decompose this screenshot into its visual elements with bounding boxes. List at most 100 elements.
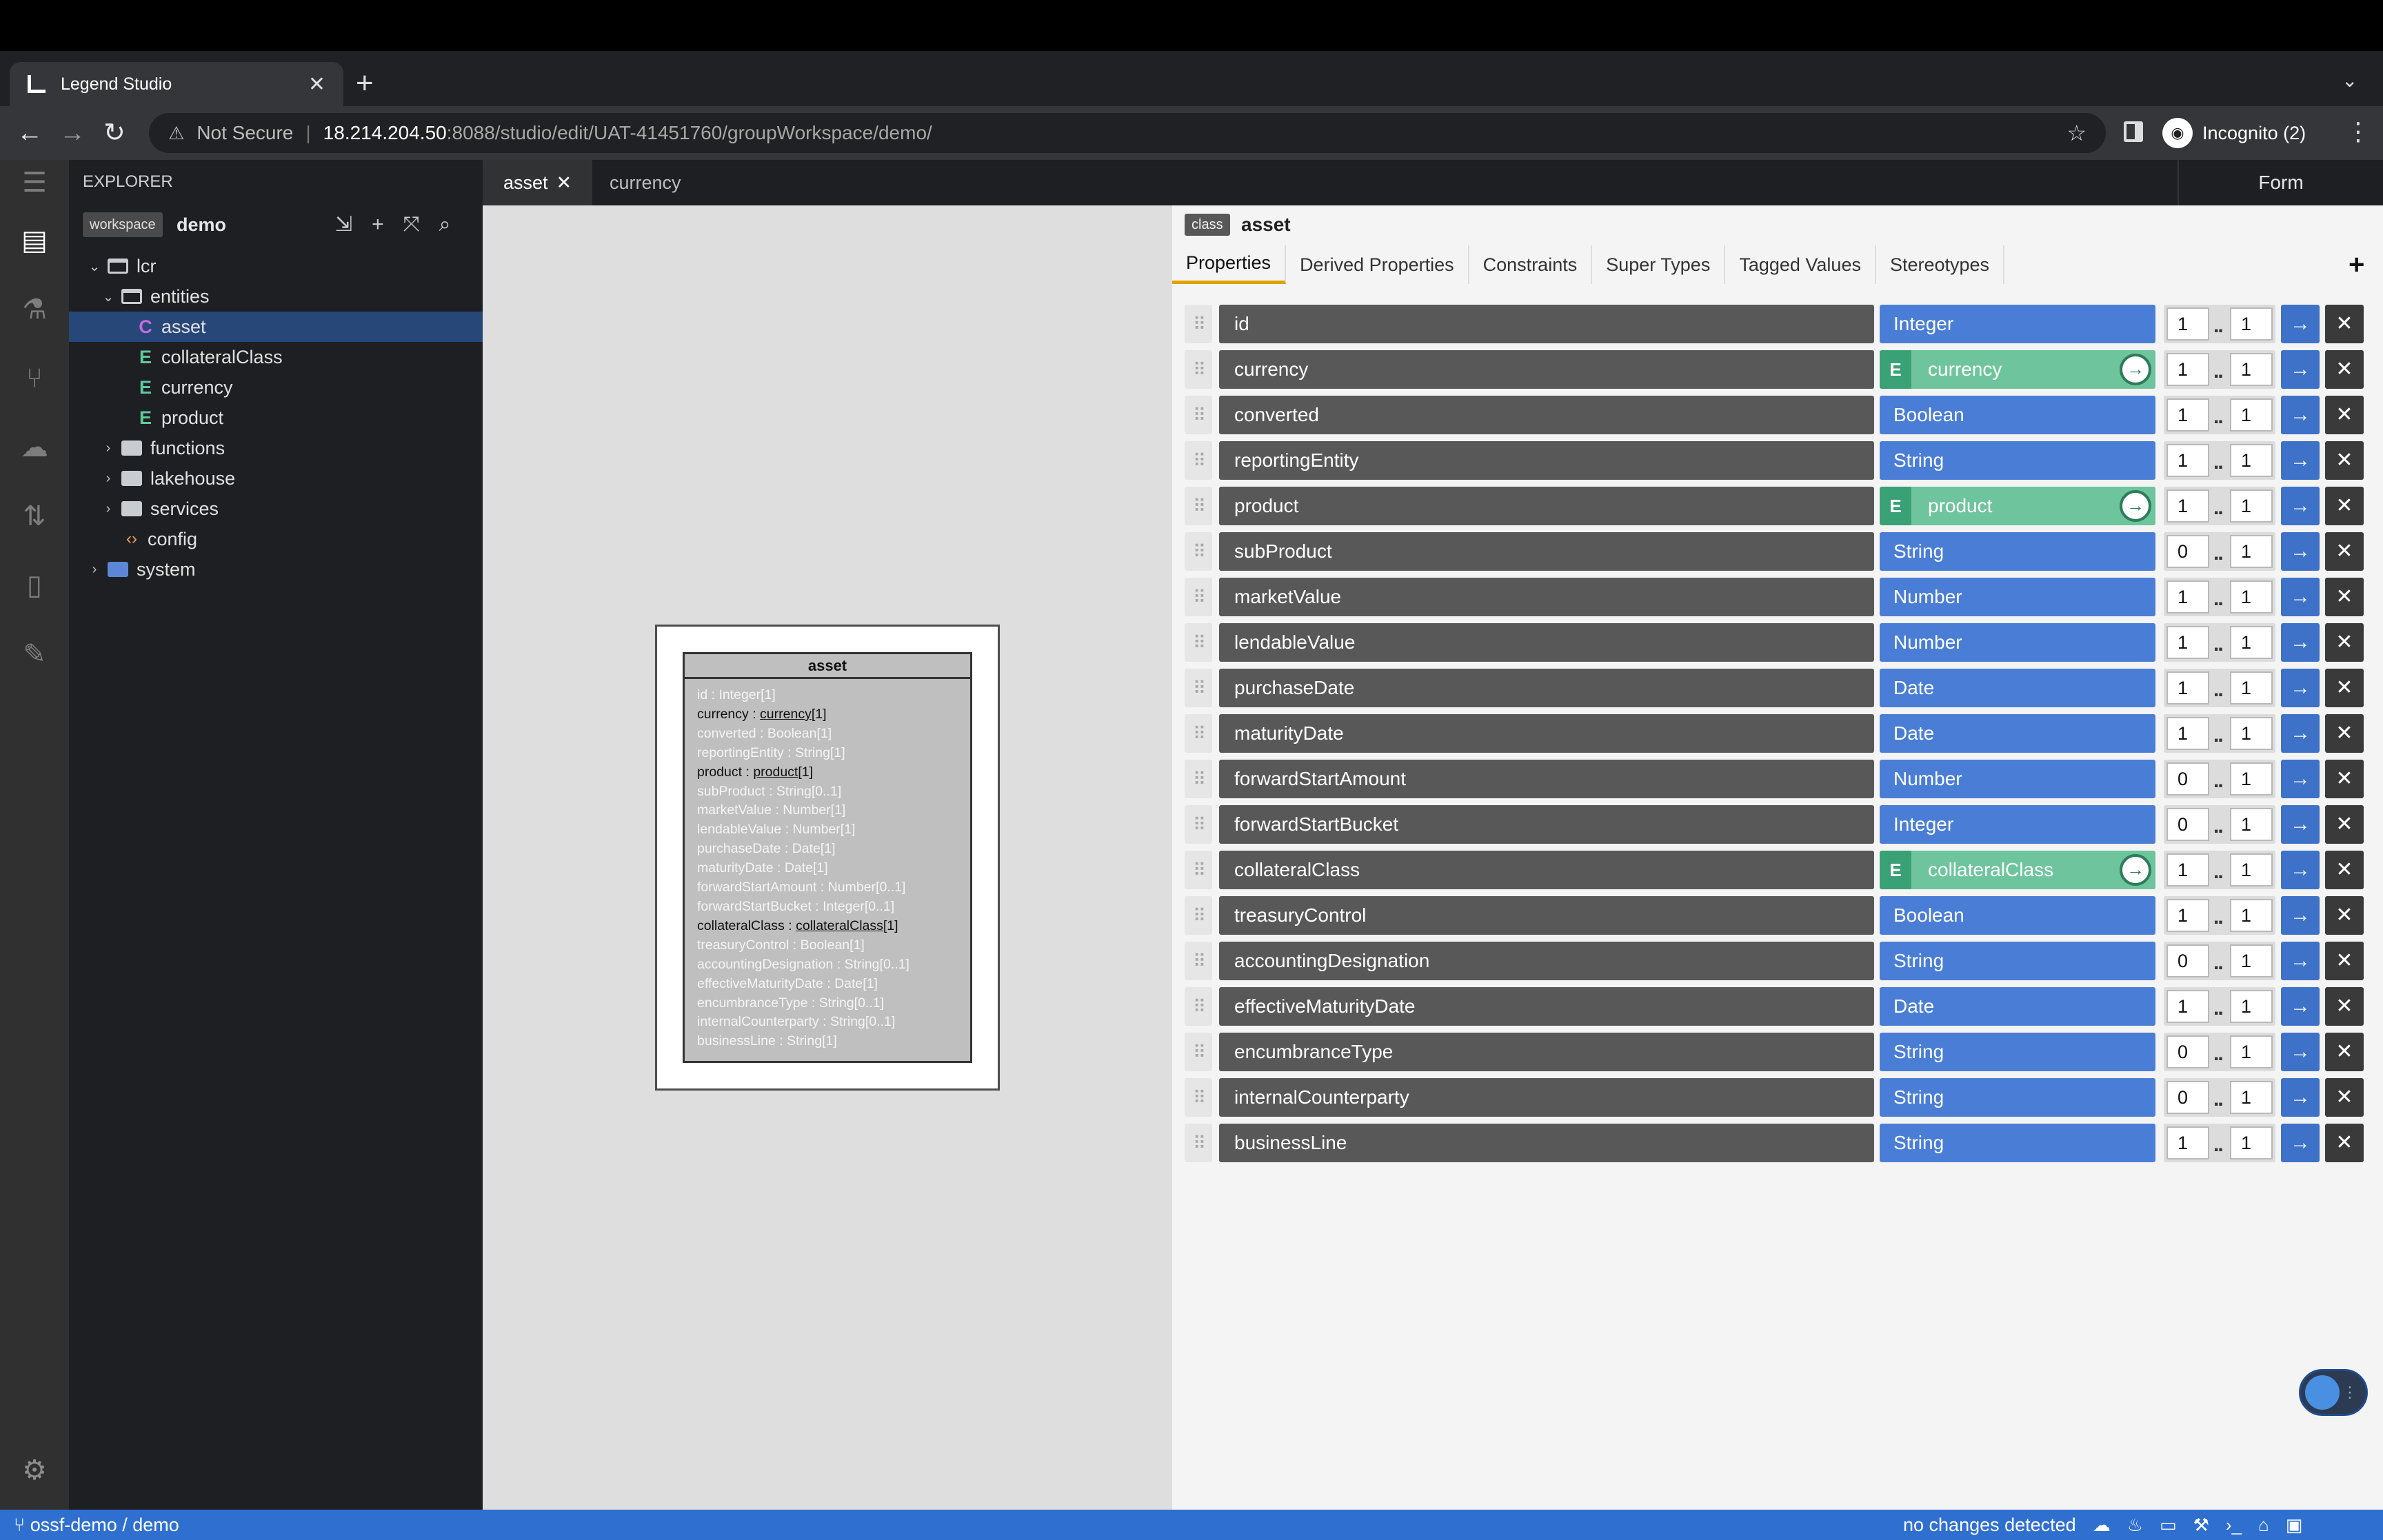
forward-arrow-icon[interactable]: → — [59, 116, 86, 150]
tree-item-system[interactable]: › system — [69, 554, 483, 585]
delete-property-button[interactable]: ✕ — [2325, 987, 2364, 1026]
tree-item-entities[interactable]: ⌄ entities — [69, 281, 483, 312]
lock-icon[interactable]: ⌂ — [2258, 1510, 2269, 1540]
goto-type-icon[interactable]: → — [2120, 854, 2151, 886]
tree-item-collateralclass[interactable]: EcollateralClass — [69, 342, 483, 372]
multiplicity-lower-input[interactable]: 0 — [2166, 1081, 2209, 1114]
drag-handle-icon[interactable]: ⠿ — [1185, 714, 1212, 753]
property-type-selector[interactable]: String — [1880, 1124, 2155, 1162]
delete-property-button[interactable]: ✕ — [2325, 760, 2364, 798]
multiplicity-upper-input[interactable]: 1 — [2230, 762, 2273, 796]
delete-property-button[interactable]: ✕ — [2325, 396, 2364, 434]
property-name-input[interactable]: encumbranceType — [1219, 1033, 1874, 1071]
open-property-button[interactable]: → — [2281, 851, 2320, 889]
import-icon[interactable]: ⇲ — [335, 212, 352, 237]
delete-property-button[interactable]: ✕ — [2325, 942, 2364, 980]
source-control-icon[interactable]: ⑂ — [0, 354, 69, 403]
tree-item-lcr[interactable]: ⌄ lcr — [69, 251, 483, 281]
property-name-input[interactable]: accountingDesignation — [1219, 942, 1874, 980]
uml-class-box[interactable]: asset id : Integer[1] currency : currency… — [683, 652, 972, 1063]
property-type-selector[interactable]: String — [1880, 441, 2155, 480]
multiplicity-upper-input[interactable]: 1 — [2230, 353, 2273, 386]
property-name-input[interactable]: treasuryControl — [1219, 896, 1874, 935]
delete-property-button[interactable]: ✕ — [2325, 1078, 2364, 1117]
open-property-button[interactable]: → — [2281, 532, 2320, 571]
multiplicity-lower-input[interactable]: 1 — [2166, 307, 2209, 341]
multiplicity-upper-input[interactable]: 1 — [2230, 1035, 2273, 1068]
delete-property-button[interactable]: ✕ — [2325, 441, 2364, 480]
multiplicity-lower-input[interactable]: 0 — [2166, 535, 2209, 568]
cloud-sync-icon[interactable]: ☁ — [0, 423, 69, 472]
delete-property-button[interactable]: ✕ — [2325, 487, 2364, 525]
drag-handle-icon[interactable]: ⠿ — [1185, 760, 1212, 798]
property-type-selector[interactable]: Number — [1880, 760, 2155, 798]
drag-handle-icon[interactable]: ⠿ — [1185, 896, 1212, 935]
multiplicity-upper-input[interactable]: 1 — [2230, 444, 2273, 477]
delete-property-button[interactable]: ✕ — [2325, 896, 2364, 935]
delete-property-button[interactable]: ✕ — [2325, 623, 2364, 662]
multiplicity-lower-input[interactable]: 1 — [2166, 626, 2209, 659]
multiplicity-lower-input[interactable]: 0 — [2166, 1035, 2209, 1068]
drag-handle-icon[interactable]: ⠿ — [1185, 578, 1212, 616]
multiplicity-lower-input[interactable]: 1 — [2166, 671, 2209, 705]
multiplicity-lower-input[interactable]: 1 — [2166, 899, 2209, 932]
tree-item-config[interactable]: ‹› config — [69, 524, 483, 554]
tab-stereotypes[interactable]: Stereotypes — [1876, 245, 2005, 284]
property-name-input[interactable]: currency — [1219, 350, 1874, 389]
tab-constraints[interactable]: Constraints — [1469, 245, 1593, 284]
open-property-button[interactable]: → — [2281, 669, 2320, 707]
cloud-upload-icon[interactable]: ☁ — [2093, 1510, 2111, 1540]
drag-handle-icon[interactable]: ⠿ — [1185, 350, 1212, 389]
property-name-input[interactable]: purchaseDate — [1219, 669, 1874, 707]
open-property-button[interactable]: → — [2281, 441, 2320, 480]
multiplicity-lower-input[interactable]: 1 — [2166, 444, 2209, 477]
multiplicity-lower-input[interactable]: 0 — [2166, 944, 2209, 977]
tree-item-currency[interactable]: Ecurrency — [69, 372, 483, 403]
delete-property-button[interactable]: ✕ — [2325, 532, 2364, 571]
browser-menu-icon[interactable]: ⋮ — [2346, 117, 2371, 146]
tree-item-functions[interactable]: › functions — [69, 433, 483, 463]
plug-icon[interactable]: ▣ — [2286, 1510, 2303, 1540]
close-tab-icon[interactable]: ✕ — [308, 72, 325, 97]
multiplicity-upper-input[interactable]: 1 — [2230, 1081, 2273, 1114]
review-icon[interactable]: ⇅ — [0, 492, 69, 540]
property-name-input[interactable]: businessLine — [1219, 1124, 1874, 1162]
drag-handle-icon[interactable]: ⠿ — [1185, 623, 1212, 662]
property-type-selector[interactable]: Ecurrency → — [1880, 350, 2155, 389]
tab-derived-properties[interactable]: Derived Properties — [1286, 245, 1469, 284]
drag-handle-icon[interactable]: ⠿ — [1185, 305, 1212, 343]
chevron-down-icon[interactable]: ⌄ — [101, 288, 116, 305]
panel-icon[interactable]: ▭ — [2160, 1510, 2177, 1540]
browser-tab[interactable]: Legend Studio ✕ — [10, 62, 343, 106]
open-property-button[interactable]: → — [2281, 987, 2320, 1026]
property-type-selector[interactable]: Boolean — [1880, 896, 2155, 935]
drag-handle-icon[interactable]: ⠿ — [1185, 1124, 1212, 1162]
multiplicity-upper-input[interactable]: 1 — [2230, 944, 2273, 977]
property-name-input[interactable]: reportingEntity — [1219, 441, 1874, 480]
multiplicity-upper-input[interactable]: 1 — [2230, 626, 2273, 659]
multiplicity-upper-input[interactable]: 1 — [2230, 307, 2273, 341]
add-property-button[interactable]: + — [2349, 245, 2364, 284]
settings-gear-icon[interactable]: ⚙ — [0, 1455, 69, 1486]
multiplicity-lower-input[interactable]: 1 — [2166, 398, 2209, 432]
open-property-button[interactable]: → — [2281, 896, 2320, 935]
branch-indicator[interactable]: ⑂ ossf-demo / demo — [14, 1510, 179, 1540]
open-property-button[interactable]: → — [2281, 1033, 2320, 1071]
search-icon[interactable]: ⌕ — [439, 212, 451, 237]
property-type-selector[interactable]: Date — [1880, 669, 2155, 707]
drag-handle-icon[interactable]: ⠿ — [1185, 942, 1212, 980]
multiplicity-upper-input[interactable]: 1 — [2230, 808, 2273, 841]
delete-property-button[interactable]: ✕ — [2325, 669, 2364, 707]
open-property-button[interactable]: → — [2281, 396, 2320, 434]
tab-currency[interactable]: currency — [589, 160, 702, 205]
property-name-input[interactable]: collateralClass — [1219, 851, 1874, 889]
terminal-icon[interactable]: ›_ — [2226, 1510, 2242, 1540]
tab-properties[interactable]: Properties — [1172, 245, 1287, 284]
multiplicity-upper-input[interactable]: 1 — [2230, 398, 2273, 432]
multiplicity-upper-input[interactable]: 1 — [2230, 671, 2273, 705]
property-name-input[interactable]: converted — [1219, 396, 1874, 434]
property-type-selector[interactable]: Date — [1880, 714, 2155, 753]
explorer-icon[interactable]: ▤ — [0, 216, 69, 265]
multiplicity-upper-input[interactable]: 1 — [2230, 1126, 2273, 1159]
property-type-selector[interactable]: Integer — [1880, 805, 2155, 844]
